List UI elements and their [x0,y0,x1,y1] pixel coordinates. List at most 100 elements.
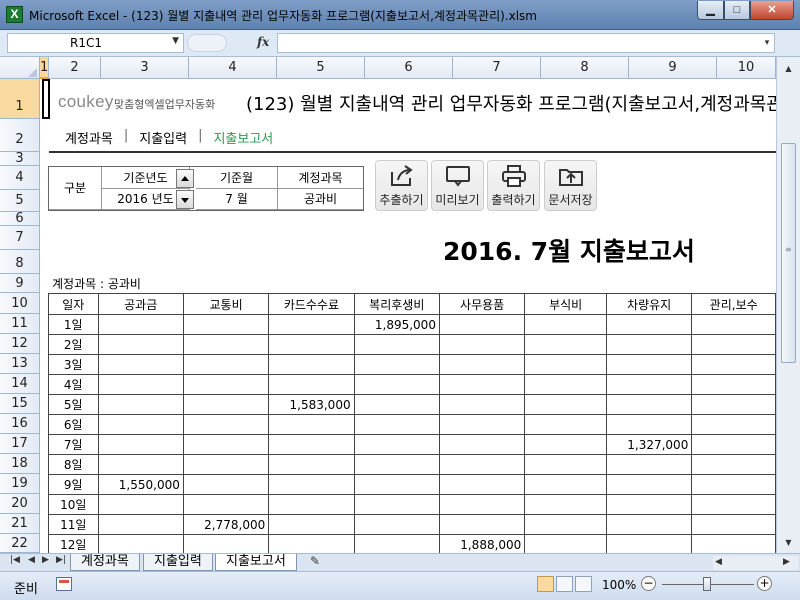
amount-cell[interactable] [524,314,607,335]
row-header[interactable]: 17 [0,434,40,454]
scroll-right-arrow-icon[interactable]: ▶ [783,557,790,567]
amount-cell[interactable] [182,394,270,415]
excel-app-icon[interactable]: X [6,6,23,23]
amount-cell[interactable] [97,354,184,375]
amount-cell[interactable] [691,414,776,435]
year-spin-down-button[interactable] [176,190,194,209]
amount-cell[interactable] [353,534,440,553]
amount-cell[interactable] [353,514,440,535]
amount-cell[interactable] [353,454,440,475]
day-cell[interactable]: 3일 [48,354,99,375]
last-sheet-icon[interactable]: ▶| [56,555,66,565]
zoom-in-button[interactable]: + [757,576,772,591]
chevron-down-icon[interactable]: ▼ [172,36,179,46]
amount-cell[interactable] [438,514,526,535]
day-cell[interactable]: 1일 [48,314,99,335]
insert-function-icon[interactable]: fx [257,35,269,49]
amount-cell[interactable] [524,354,607,375]
page-break-view-button[interactable] [575,576,592,592]
row-header[interactable]: 20 [0,494,40,514]
amount-cell[interactable] [691,454,776,475]
row-header[interactable]: 14 [0,374,40,394]
amount-cell[interactable] [182,354,270,375]
amount-cell[interactable] [524,454,607,475]
row-header[interactable]: 19 [0,474,40,494]
amount-cell[interactable] [268,494,355,515]
sheet-tab-expense-entry[interactable]: 지출입력 [143,554,213,571]
column-header[interactable]: 8 [541,57,629,79]
row-header[interactable]: 10 [0,293,40,314]
amount-cell[interactable] [182,454,270,475]
amount-cell[interactable]: 1,888,000 [438,534,526,553]
amount-cell[interactable] [691,314,776,335]
scroll-left-arrow-icon[interactable]: ◀ [715,557,722,567]
sheet-tab-expense-report[interactable]: 지출보고서 [215,554,297,571]
extract-button[interactable]: 추출하기 [375,160,428,211]
normal-view-button[interactable] [537,576,554,592]
amount-cell[interactable] [605,314,693,335]
amount-cell[interactable] [438,314,526,335]
amount-cell[interactable] [438,354,526,375]
day-cell[interactable]: 6일 [48,414,99,435]
amount-cell[interactable] [268,354,355,375]
amount-cell[interactable] [605,394,693,415]
row-header[interactable]: 21 [0,514,40,534]
amount-cell[interactable] [353,334,440,355]
amount-cell[interactable] [182,314,270,335]
amount-cell[interactable]: 1,583,000 [268,394,355,415]
amount-cell[interactable]: 1,327,000 [605,434,693,455]
amount-cell[interactable] [438,374,526,395]
day-cell[interactable]: 11일 [48,514,99,535]
menu-item-expense-entry[interactable]: 지출입력 [139,128,187,147]
amount-cell[interactable] [691,374,776,395]
day-cell[interactable]: 4일 [48,374,99,395]
amount-cell[interactable] [691,334,776,355]
amount-cell[interactable] [438,454,526,475]
amount-cell[interactable] [438,414,526,435]
next-sheet-icon[interactable]: ▶ [42,555,49,565]
first-sheet-icon[interactable]: |◀ [10,555,20,565]
macro-record-icon[interactable] [56,577,72,591]
amount-cell[interactable] [353,474,440,495]
amount-cell[interactable] [438,494,526,515]
zoom-out-button[interactable]: − [641,576,656,591]
amount-cell[interactable] [182,374,270,395]
amount-cell[interactable] [438,434,526,455]
amount-cell[interactable] [97,334,184,355]
row-header[interactable]: 4 [0,166,40,190]
amount-cell[interactable] [524,374,607,395]
amount-cell[interactable] [268,534,355,553]
amount-cell[interactable] [353,414,440,435]
zoom-slider-handle[interactable] [703,577,711,591]
horizontal-scrollbar[interactable]: ◀ ▶ [713,556,798,570]
row-header[interactable]: 3 [0,152,40,166]
amount-cell[interactable] [691,354,776,375]
amount-cell[interactable] [524,514,607,535]
column-header[interactable]: 1 [40,57,49,79]
amount-cell[interactable] [268,374,355,395]
name-box[interactable]: R1C1 ▼ [7,33,184,53]
amount-cell[interactable] [691,514,776,535]
amount-cell[interactable]: 1,895,000 [353,314,440,335]
day-cell[interactable]: 2일 [48,334,99,355]
column-header[interactable]: 6 [365,57,453,79]
amount-cell[interactable] [268,334,355,355]
row-header[interactable]: 8 [0,250,40,274]
row-header[interactable]: 22 [0,534,40,553]
row-header[interactable]: 1 [0,79,40,119]
worksheet[interactable]: coukey 맞춤형엑셀업무자동화 (123) 월별 지출내역 관리 업무자동화… [41,79,776,553]
zoom-level[interactable]: 100% [602,578,636,592]
amount-cell[interactable] [605,474,693,495]
amount-cell[interactable] [182,534,270,553]
year-spin-up-button[interactable] [176,169,194,188]
amount-cell[interactable] [605,374,693,395]
amount-cell[interactable] [97,434,184,455]
scroll-up-arrow-icon[interactable]: ▲ [781,61,796,76]
amount-cell[interactable] [605,414,693,435]
amount-cell[interactable] [605,514,693,535]
amount-cell[interactable] [691,434,776,455]
amount-cell[interactable] [182,334,270,355]
active-cell-cursor[interactable] [42,79,50,119]
amount-cell[interactable] [353,394,440,415]
amount-cell[interactable] [438,474,526,495]
